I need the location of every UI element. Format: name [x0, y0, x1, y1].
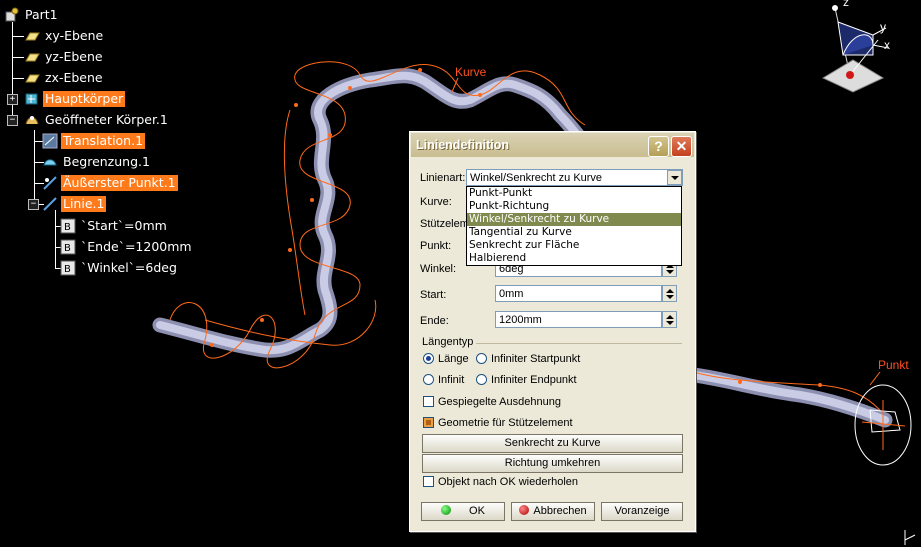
option-point-direction[interactable]: Punkt-Richtung — [467, 200, 681, 213]
tree-root[interactable]: Part1 — [4, 6, 60, 24]
geometry-support-label: Geometrie für Stützelement — [438, 417, 573, 429]
geometry-support-checkbox[interactable] — [423, 417, 434, 428]
ok-icon — [441, 505, 452, 515]
repeat-object-checkbox[interactable] — [423, 476, 434, 487]
plane-icon — [24, 49, 40, 65]
line-type-label: Linienart: — [420, 172, 466, 184]
point-label: Punkt — [878, 358, 909, 372]
tree-item-xy-plane[interactable]: xy-Ebene — [24, 27, 105, 45]
radio-infinite-start-label: Infiniter Startpunkt — [491, 353, 581, 365]
radio-infinite-end[interactable] — [476, 374, 487, 385]
mirrored-label: Gespiegelte Ausdehnung — [438, 396, 561, 408]
angle-label: Winkel: — [420, 263, 457, 275]
end-spinner[interactable] — [662, 311, 677, 328]
collapse-toggle[interactable]: − — [7, 115, 18, 126]
expand-toggle[interactable]: + — [7, 94, 18, 105]
tree-item-line[interactable]: Linie.1 — [42, 195, 107, 213]
boundary-icon — [42, 154, 58, 170]
axis-y: y — [880, 20, 886, 34]
start-spinner[interactable] — [662, 285, 677, 302]
radio-infinite-label: Infinit — [438, 374, 465, 386]
start-label: Start: — [420, 289, 447, 301]
mirrored-checkbox[interactable] — [423, 396, 434, 407]
axis-z: z — [843, 0, 849, 9]
svg-text:B: B — [64, 222, 71, 233]
extremum-icon — [42, 175, 58, 191]
cancel-button[interactable]: Abbrechen — [511, 502, 595, 521]
specification-tree[interactable]: Part1 xy-Ebene yz-Ebene zx-Ebene + Haupt… — [0, 0, 220, 290]
parameter-icon: B — [60, 218, 76, 234]
ok-button[interactable]: OK — [421, 502, 505, 521]
collapse-toggle[interactable]: − — [28, 199, 39, 210]
radio-infinite-end-label: Infiniter Endpunkt — [491, 374, 577, 386]
end-label: Ende: — [420, 315, 449, 327]
radio-length[interactable] — [423, 353, 434, 364]
tree-item-param-end[interactable]: B `Ende`=1200mm — [60, 238, 194, 256]
parameter-icon: B — [60, 239, 76, 255]
tree-item-translation[interactable]: Translation.1 — [42, 132, 146, 150]
line-icon — [42, 196, 58, 212]
option-angle-normal[interactable]: Winkel/Senkrecht zu Kurve — [467, 213, 681, 226]
point-label: Punkt: — [420, 240, 452, 252]
translation-icon — [42, 133, 58, 149]
line-type-dropdown[interactable]: Punkt-Punkt Punkt-Richtung Winkel/Senkre… — [466, 186, 682, 266]
mini-axis — [904, 530, 916, 545]
option-normal-surface[interactable]: Senkrecht zur Fläche — [467, 239, 681, 252]
plane-icon — [24, 70, 40, 86]
line-type-select[interactable]: Winkel/Senkrecht zu Kurve — [466, 169, 683, 186]
option-bisecting[interactable]: Halbierend — [467, 252, 681, 265]
tree-item-open-body[interactable]: Geöffneter Körper.1 — [24, 111, 170, 129]
part-icon — [4, 7, 20, 23]
start-field[interactable]: 0mm — [495, 285, 662, 302]
length-type-title: Längentyp — [422, 336, 474, 348]
cancel-icon — [519, 505, 530, 515]
curve-label: Kurve — [455, 65, 487, 79]
dialog-title: Liniendefinition — [416, 138, 510, 152]
tree-item-zx-plane[interactable]: zx-Ebene — [24, 69, 105, 87]
end-field[interactable]: 1200mm — [495, 311, 662, 328]
parameter-icon: B — [60, 260, 76, 276]
radio-infinite-start[interactable] — [476, 353, 487, 364]
curve-label: Kurve: — [420, 196, 452, 208]
radio-infinite[interactable] — [423, 374, 434, 385]
svg-text:B: B — [64, 243, 71, 254]
radio-length-label: Länge — [438, 353, 469, 365]
group-divider — [476, 343, 682, 344]
tree-item-body[interactable]: Hauptkörper — [24, 90, 126, 108]
chevron-down-icon[interactable] — [667, 170, 682, 185]
repeat-object-label: Objekt nach OK wiederholen — [438, 476, 579, 488]
help-button[interactable]: ? — [648, 136, 669, 157]
close-button[interactable]: ✕ — [671, 136, 692, 157]
tree-item-param-start[interactable]: B `Start`=0mm — [60, 217, 169, 235]
tree-item-param-angle[interactable]: B `Winkel`=6deg — [60, 259, 179, 277]
reverse-direction-button[interactable]: Richtung umkehren — [422, 454, 683, 473]
option-point-point[interactable]: Punkt-Punkt — [467, 187, 681, 200]
tree-item-yz-plane[interactable]: yz-Ebene — [24, 48, 105, 66]
support-label: Stützelem — [420, 218, 469, 230]
svg-text:B: B — [64, 264, 71, 275]
compass[interactable]: z y x — [818, 0, 918, 95]
tree-item-extremum[interactable]: Äußerster Punkt.1 — [42, 174, 178, 192]
dialog-titlebar[interactable]: Liniendefinition ? ✕ — [411, 133, 694, 157]
body-icon — [24, 91, 40, 107]
axis-x: x — [884, 38, 890, 52]
open-body-icon — [24, 112, 40, 128]
normal-to-curve-button[interactable]: Senkrecht zu Kurve — [422, 434, 683, 453]
plane-icon — [24, 28, 40, 44]
tree-item-boundary[interactable]: Begrenzung.1 — [42, 153, 152, 171]
option-tangent[interactable]: Tangential zu Kurve — [467, 226, 681, 239]
preview-button[interactable]: Voranzeige — [601, 502, 683, 521]
